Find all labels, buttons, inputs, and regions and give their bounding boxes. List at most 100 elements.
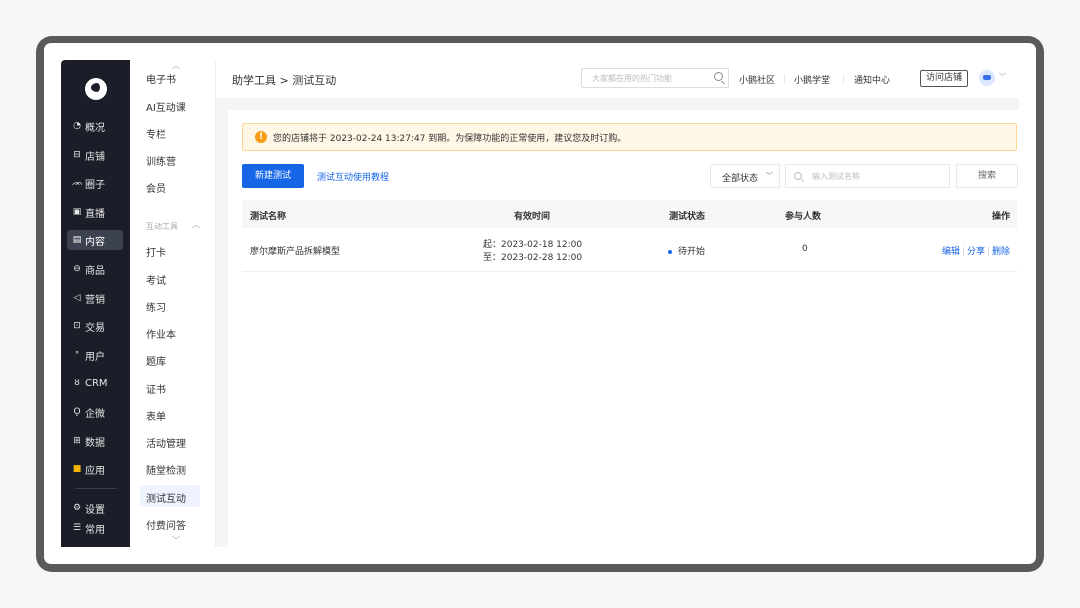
sidebar-item-settings[interactable]: ⚙ 设置 xyxy=(67,498,123,518)
link-academy[interactable]: 小鹅学堂 xyxy=(794,73,830,86)
sidebar-item-wecom[interactable]: Ǫ 企微 xyxy=(67,402,123,422)
subnav-item-form[interactable]: 表单 xyxy=(146,408,166,423)
subnav-item-column[interactable]: 专栏 xyxy=(146,126,166,141)
sidebar-item-label: 常用 xyxy=(85,524,105,536)
sidebar-item-label: 商品 xyxy=(85,265,105,277)
subnav-item-quiz[interactable]: 随堂检测 xyxy=(146,462,186,477)
subnav-item-test-interaction[interactable]: 测试互动 xyxy=(146,490,186,505)
global-search-input[interactable]: 大家都在用的热门功能 xyxy=(581,68,729,88)
col-header-status: 测试状态 xyxy=(669,212,706,222)
sidebar-item-store[interactable]: ⊟ 店铺 xyxy=(67,145,123,165)
link-community[interactable]: 小鹅社区 xyxy=(739,73,775,86)
col-header-actions: 操作 xyxy=(991,212,1010,222)
top-bar: 助学工具 > 测试互动 大家都在用的热门功能 小鹅社区 小鹅学堂 通知中心 访问… xyxy=(216,60,1019,98)
sidebar-item-label: 数据 xyxy=(85,437,105,449)
sidebar-item-crm[interactable]: ȣ CRM xyxy=(67,373,123,393)
test-name-placeholder: 输入测试名称 xyxy=(812,172,860,181)
sidebar-item-label: 应用 xyxy=(85,465,105,477)
col-header-time: 有效时间 xyxy=(514,212,551,222)
primary-sidebar: ◔ 概况 ⊟ 店铺 ᨏ 圈子 ▣ 直播 ▤ 内容 ⊖ 商品 ◁ 营销 ⊡ 交易 ᐤ 用户 ȣ CRM xyxy=(61,60,130,547)
sidebar-item-marketing[interactable]: ◁ 营销 xyxy=(67,288,123,308)
chevron-down-icon: ﹀ xyxy=(766,172,773,180)
trade-icon: ⊡ xyxy=(73,321,81,331)
subnav-item-exam[interactable]: 考试 xyxy=(146,272,166,287)
status-dot xyxy=(668,249,672,254)
secondary-sidebar: ︿ 电子书 AI互动课 专栏 训练营 会员 互动工具 ︿ 打卡 考试 练习 作业… xyxy=(130,60,216,547)
sidebar-item-label: 设置 xyxy=(85,504,105,516)
sidebar-item-common[interactable]: ☰ 常用 xyxy=(67,518,123,538)
subnav-item-question-bank[interactable]: 题库 xyxy=(146,353,166,368)
edit-link[interactable]: 编辑 xyxy=(942,247,960,257)
divider xyxy=(962,247,964,256)
data-icon: ⊞ xyxy=(73,436,81,446)
sidebar-item-content[interactable]: ▤ 内容 xyxy=(67,230,123,250)
table-header: 测试名称 有效时间 测试状态 参与人数 操作 xyxy=(242,200,1017,228)
subnav-item-checkin[interactable]: 打卡 xyxy=(146,244,166,259)
link-notifications[interactable]: 通知中心 xyxy=(854,73,890,86)
avatar[interactable] xyxy=(979,70,995,86)
cell-end-time: 至：2023-02-28 12:00 xyxy=(483,253,583,263)
sidebar-item-data[interactable]: ⊞ 数据 xyxy=(67,431,123,451)
store-icon: ⊟ xyxy=(73,150,81,160)
sidebar-item-label: CRM xyxy=(85,377,108,389)
live-icon: ▣ xyxy=(72,207,82,217)
sidebar-item-label: 营销 xyxy=(85,294,105,306)
sidebar-item-circle[interactable]: ᨏ 圈子 xyxy=(67,173,123,193)
subnav-item-homework[interactable]: 作业本 xyxy=(146,326,176,341)
test-name-input[interactable]: 输入测试名称 xyxy=(785,164,950,188)
tutorial-link[interactable]: 测试互动使用教程 xyxy=(317,170,389,183)
group-icon: ᨏ xyxy=(72,178,84,188)
expiry-notice: ! 您的店铺将于 2023-02-24 13:27:47 到期。为保障功能的正常… xyxy=(242,123,1017,151)
visit-store-button[interactable]: 访问店铺 xyxy=(920,70,968,87)
app-logo[interactable] xyxy=(85,78,107,100)
sidebar-item-overview[interactable]: ◔ 概况 xyxy=(67,116,123,136)
menu-icon: ☰ xyxy=(72,523,82,533)
search-placeholder: 大家都在用的热门功能 xyxy=(592,74,672,83)
subnav-item-ai-course[interactable]: AI互动课 xyxy=(146,99,186,114)
sidebar-item-live[interactable]: ▣ 直播 xyxy=(67,202,123,222)
subnav-item-certificate[interactable]: 证书 xyxy=(146,381,166,396)
sidebar-item-label: 直播 xyxy=(85,208,105,220)
goods-icon: ⊖ xyxy=(73,264,81,274)
scroll-down-icon[interactable]: ﹀ xyxy=(172,535,180,546)
sidebar-item-label: 用户 xyxy=(85,351,105,363)
sidebar-item-label: 交易 xyxy=(85,322,105,334)
megaphone-icon: ◁ xyxy=(73,293,81,303)
subnav-item-ebook[interactable]: 电子书 xyxy=(146,71,176,86)
new-test-button[interactable]: 新建测试 xyxy=(242,164,304,188)
delete-link[interactable]: 删除 xyxy=(992,247,1010,257)
sidebar-item-user[interactable]: ᐤ 用户 xyxy=(67,345,123,365)
status-select[interactable]: 全部状态 ﹀ xyxy=(710,164,780,188)
cell-status: 待开始 xyxy=(668,244,705,257)
sidebar-item-trade[interactable]: ⊡ 交易 xyxy=(67,316,123,336)
chevron-down-icon[interactable]: ﹀ xyxy=(999,72,1006,82)
content-panel: ! 您的店铺将于 2023-02-24 13:27:47 到期。为保障功能的正常… xyxy=(228,110,1019,547)
share-link[interactable]: 分享 xyxy=(967,247,985,257)
subnav-item-member[interactable]: 会员 xyxy=(146,180,166,195)
sidebar-divider xyxy=(75,488,117,489)
cell-actions: 编辑 分享 删除 xyxy=(942,244,1010,257)
apps-icon: ■ xyxy=(72,464,82,474)
cell-participants: 0 xyxy=(802,244,808,254)
search-icon[interactable] xyxy=(714,72,723,81)
sidebar-item-label: 概况 xyxy=(85,122,105,134)
breadcrumb: 助学工具 > 测试互动 xyxy=(232,74,337,87)
scroll-up-icon[interactable]: ︿ xyxy=(172,60,180,71)
subnav-item-camp[interactable]: 训练营 xyxy=(146,153,176,168)
col-header-name: 测试名称 xyxy=(250,212,287,222)
subnav-item-paid-qa[interactable]: 付费问答 xyxy=(146,517,186,532)
gear-icon: ⚙ xyxy=(72,503,82,513)
status-text: 待开始 xyxy=(678,247,706,257)
cell-start-time: 起：2023-02-18 12:00 xyxy=(483,240,583,250)
content-icon: ▤ xyxy=(72,235,82,245)
sidebar-item-label: 企微 xyxy=(85,408,105,420)
col-header-participants: 参与人数 xyxy=(785,212,822,222)
search-button[interactable]: 搜索 xyxy=(956,164,1018,188)
chevron-up-icon[interactable]: ︿ xyxy=(192,219,200,230)
sidebar-item-goods[interactable]: ⊖ 商品 xyxy=(67,259,123,279)
subnav-item-practice[interactable]: 练习 xyxy=(146,299,166,314)
sidebar-item-apps[interactable]: ■ 应用 xyxy=(67,459,123,479)
subnav-item-activity[interactable]: 活动管理 xyxy=(146,435,186,450)
divider xyxy=(843,74,844,84)
subnav-group-interactive[interactable]: 互动工具 xyxy=(146,221,178,232)
